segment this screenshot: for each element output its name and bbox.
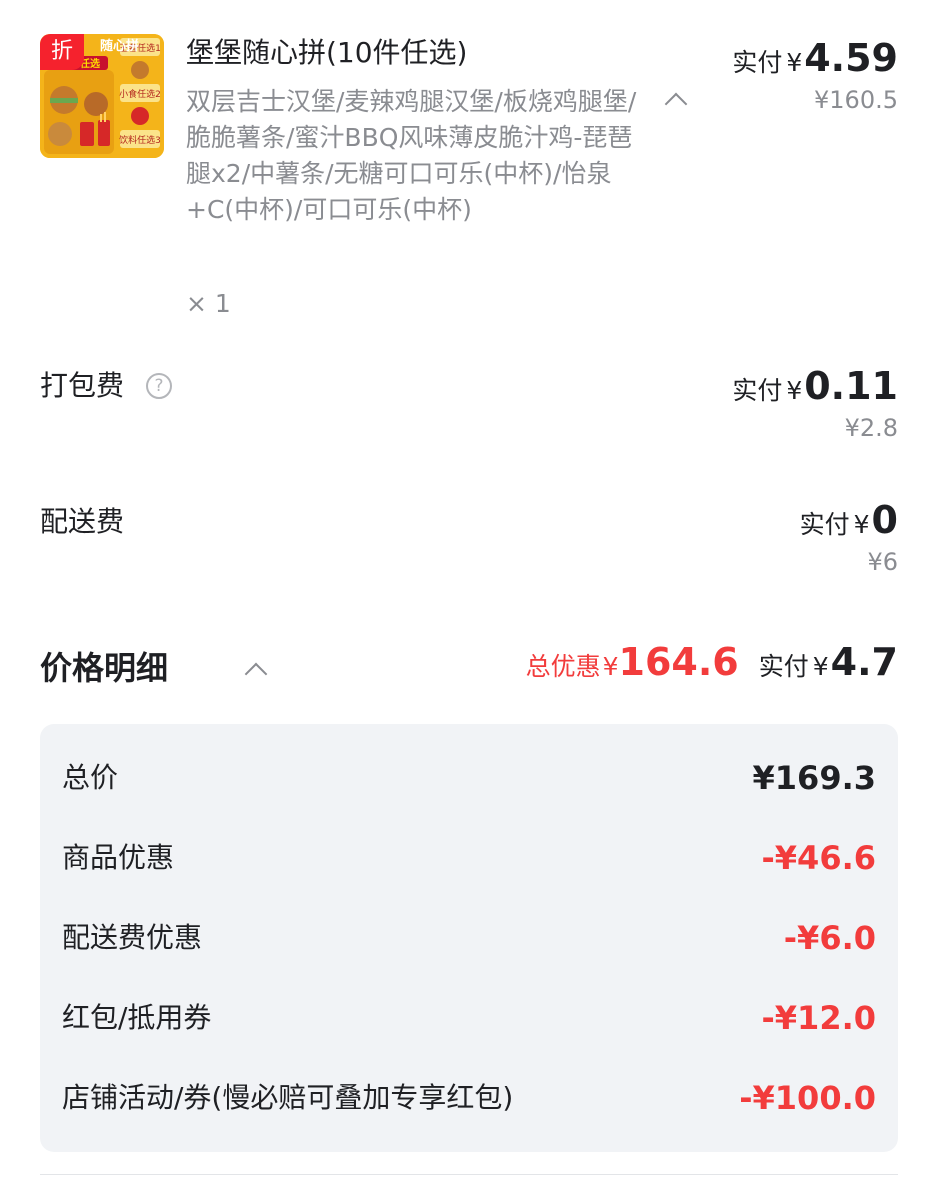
divider — [40, 1174, 898, 1175]
svg-text:随心拼: 随心拼 — [100, 38, 139, 54]
price-summary: 总优惠¥164.6 实付 ¥4.7 — [526, 640, 898, 684]
currency-symbol: ¥ — [812, 652, 829, 681]
currency-symbol: ¥ — [786, 48, 803, 77]
delivery-fee-price: 实付 ¥0 ¥6 — [800, 498, 898, 576]
currency-symbol: ¥ — [853, 510, 870, 539]
breakdown-label: 总价 — [62, 761, 119, 794]
paid-amount: 4.59 — [804, 36, 898, 80]
price-detail-header[interactable]: 价格明细 总优惠¥164.6 实付 ¥4.7 — [40, 640, 898, 696]
product-quantity: × 1 — [186, 289, 231, 318]
original-price: ¥160.5 — [814, 86, 898, 114]
svg-text:小食任选2: 小食任选2 — [119, 88, 161, 100]
total-savings-amount: 164.6 — [618, 640, 739, 684]
packaging-fee-price: 实付 ¥0.11 ¥2.8 — [732, 364, 898, 442]
currency-symbol: ¥ — [786, 376, 803, 405]
breakdown-row-store-promotion: 店铺活动/券(慢必赔可叠加专享红包) -¥100.0 — [62, 1078, 876, 1118]
breakdown-row-coupon: 红包/抵用券 -¥12.0 — [62, 998, 876, 1038]
product-thumbnail[interactable]: 王者任选1 小食任选2 饮料任选3 随心拼 10件任选 折 — [40, 34, 164, 158]
question-circle-icon[interactable]: ? — [146, 373, 172, 399]
breakdown-value: -¥12.0 — [761, 999, 877, 1037]
breakdown-value: -¥100.0 — [739, 1079, 876, 1117]
collapse-chevron-up-icon[interactable] — [664, 92, 688, 116]
price-detail-title[interactable]: 价格明细 — [40, 644, 168, 692]
paid-amount: 0 — [871, 498, 898, 542]
product-description: 双层吉士汉堡/麦辣鸡腿汉堡/板烧鸡腿堡/脆脆薯条/蜜汁BBQ风味薄皮脆汁鸡-琵琶… — [186, 87, 637, 224]
breakdown-row-delivery-discount: 配送费优惠 -¥6.0 — [62, 918, 876, 958]
original-price: ¥6 — [867, 548, 898, 576]
paid-amount: 0.11 — [804, 364, 898, 408]
packaging-fee-row: 打包费 ? 实付 ¥0.11 ¥2.8 — [40, 364, 898, 456]
product-title[interactable]: 堡堡随心拼(10件任选) — [186, 34, 467, 72]
total-savings-label: 总优惠 — [525, 652, 601, 681]
paid-label: 实付 — [732, 376, 783, 405]
total-paid-amount: 4.7 — [830, 640, 898, 684]
delivery-fee-row: 配送费 实付 ¥0 ¥6 — [40, 498, 898, 590]
discount-badge: 折 — [40, 34, 84, 70]
product-price: 实付 ¥4.59 ¥160.5 — [732, 36, 898, 114]
paid-label: 实付 — [758, 652, 809, 681]
breakdown-row-total: 总价 ¥169.3 — [62, 758, 876, 798]
collapse-chevron-up-icon[interactable] — [244, 662, 268, 686]
delivery-fee-label: 配送费 — [40, 505, 125, 538]
currency-symbol: ¥ — [602, 652, 619, 681]
breakdown-value: ¥169.3 — [752, 759, 876, 797]
paid-label: 实付 — [732, 48, 783, 77]
svg-text:饮料任选3: 饮料任选3 — [119, 134, 161, 146]
breakdown-value: -¥46.6 — [761, 839, 877, 877]
order-item[interactable]: 王者任选1 小食任选2 饮料任选3 随心拼 10件任选 折 堡堡随心拼(10件任… — [40, 34, 898, 324]
original-price: ¥2.8 — [844, 414, 898, 442]
breakdown-label: 配送费优惠 — [62, 921, 203, 954]
price-breakdown-panel: 总价 ¥169.3 商品优惠 -¥46.6 配送费优惠 -¥6.0 红包/抵用券… — [40, 724, 898, 1152]
breakdown-label: 店铺活动/券(慢必赔可叠加专享红包) — [62, 1081, 514, 1114]
breakdown-label: 商品优惠 — [62, 841, 175, 874]
packaging-fee-label: 打包费 — [40, 369, 125, 402]
breakdown-row-product-discount: 商品优惠 -¥46.6 — [62, 838, 876, 878]
breakdown-label: 红包/抵用券 — [62, 1001, 212, 1034]
paid-label: 实付 — [799, 510, 850, 539]
breakdown-value: -¥6.0 — [783, 919, 876, 957]
